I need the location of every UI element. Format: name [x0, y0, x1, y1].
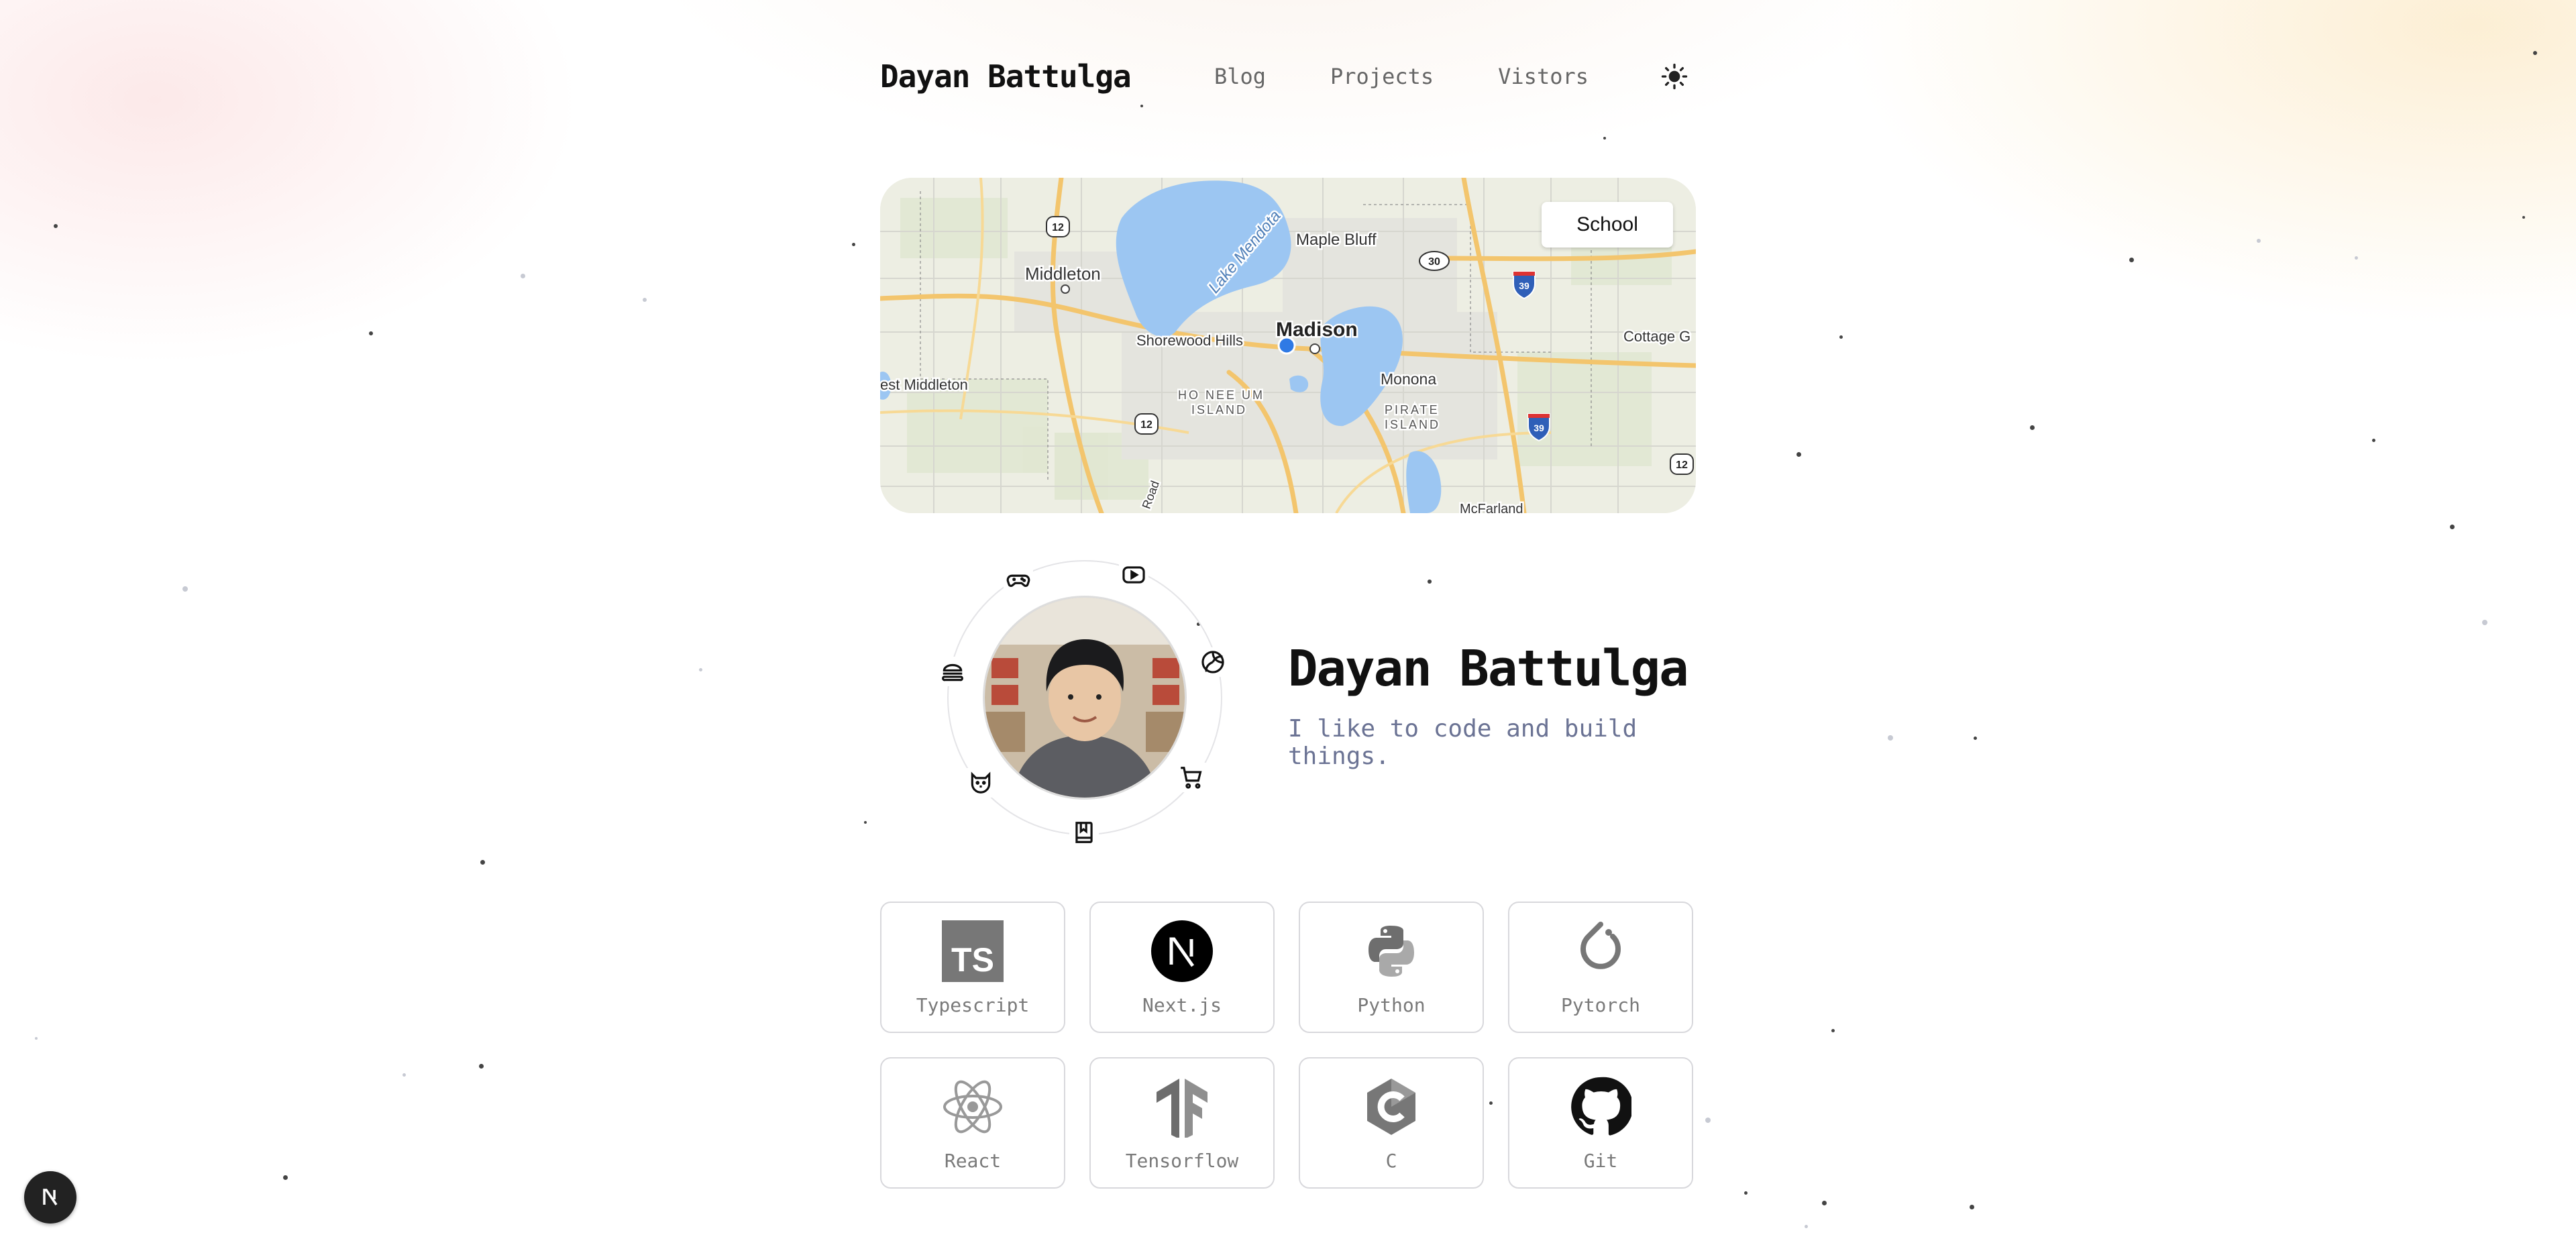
brand-logo[interactable]: Dayan Battulga: [880, 55, 1132, 98]
location-map[interactable]: 12 12 12 30 39 39 Middleton Lake Mendota…: [880, 178, 1696, 513]
pytorch-icon: [1580, 922, 1621, 969]
svg-text:PIRATE: PIRATE: [1385, 403, 1440, 417]
main-nav: Blog Projects Vistors: [1214, 55, 1589, 98]
svg-text:39: 39: [1534, 423, 1544, 433]
github-icon: [1571, 1077, 1631, 1136]
svg-text:est Middleton: est Middleton: [880, 376, 968, 393]
tech-label: Next.js: [1142, 994, 1222, 1016]
site-header: Dayan Battulga Blog Projects Vistors: [880, 55, 1696, 98]
tech-card-tensorflow[interactable]: Tensorflow: [1089, 1057, 1275, 1189]
python-icon: [1368, 926, 1414, 977]
svg-text:30: 30: [1428, 256, 1440, 268]
react-icon: [943, 1080, 1002, 1134]
tech-label: C: [1385, 1150, 1397, 1172]
tech-label: React: [944, 1150, 1002, 1172]
typescript-icon: TS: [942, 920, 1004, 982]
tech-card-python[interactable]: Python: [1299, 902, 1484, 1033]
svg-text:12: 12: [1052, 222, 1064, 233]
tech-label: Pytorch: [1560, 994, 1640, 1016]
tech-card-nextjs[interactable]: Next.js: [1089, 902, 1275, 1033]
cat-icon: [966, 768, 996, 798]
tech-label: Typescript: [916, 994, 1030, 1016]
location-pin-icon: [1277, 336, 1296, 355]
theme-toggle-button[interactable]: [1653, 55, 1696, 98]
svg-text:Monona: Monona: [1381, 370, 1436, 388]
svg-text:Maple Bluff: Maple Bluff: [1296, 231, 1377, 249]
svg-text:HO NEE UM: HO NEE UM: [1178, 388, 1265, 402]
avatar: [983, 596, 1187, 800]
svg-text:Middleton: Middleton: [1025, 264, 1101, 284]
tech-label: Git: [1583, 1150, 1618, 1172]
tech-card-c[interactable]: C: [1299, 1057, 1484, 1189]
tech-card-git[interactable]: Git: [1508, 1057, 1693, 1189]
us12-shield-1: 12: [1046, 216, 1070, 237]
svg-text:12: 12: [1140, 419, 1152, 431]
nav-projects[interactable]: Projects: [1330, 55, 1434, 98]
tech-card-pytorch[interactable]: Pytorch: [1508, 902, 1693, 1033]
shopping-cart-icon: [1177, 763, 1206, 792]
sun-icon: [1661, 63, 1688, 90]
gamepad-icon: [1004, 564, 1033, 594]
svg-text:McFarland: McFarland: [1460, 502, 1523, 513]
profile-tagline: I like to code and build things.: [1288, 715, 1638, 770]
profile-name: Dayan Battulga: [1288, 640, 1689, 698]
tech-card-react[interactable]: React: [880, 1057, 1065, 1189]
book-icon: [1069, 818, 1099, 847]
svg-text:39: 39: [1519, 280, 1529, 291]
tensorflow-icon: [1157, 1079, 1208, 1138]
tech-label: Tensorflow: [1125, 1150, 1239, 1172]
svg-text:Shorewood Hills: Shorewood Hills: [1136, 332, 1243, 349]
svg-text:ISLAND: ISLAND: [1191, 403, 1247, 417]
svg-text:12: 12: [1676, 459, 1688, 471]
svg-text:Cottage G: Cottage G: [1623, 328, 1690, 345]
nextjs-icon: [1151, 920, 1213, 982]
nextjs-devtools-button[interactable]: [24, 1171, 76, 1224]
school-button[interactable]: School: [1542, 202, 1673, 248]
nav-blog[interactable]: Blog: [1214, 55, 1266, 98]
nav-visitors[interactable]: Vistors: [1498, 55, 1589, 98]
avatar-orbit: [938, 560, 1228, 847]
tech-label: Python: [1357, 994, 1426, 1016]
volleyball-icon: [1198, 647, 1228, 677]
nextjs-devtools-icon: [43, 1189, 58, 1205]
tech-card-typescript[interactable]: TS Typescript: [880, 902, 1065, 1033]
svg-text:TS: TS: [951, 941, 994, 979]
youtube-icon: [1119, 560, 1148, 590]
burger-icon: [938, 657, 967, 686]
svg-text:ISLAND: ISLAND: [1385, 418, 1440, 431]
c-icon: [1367, 1079, 1415, 1135]
